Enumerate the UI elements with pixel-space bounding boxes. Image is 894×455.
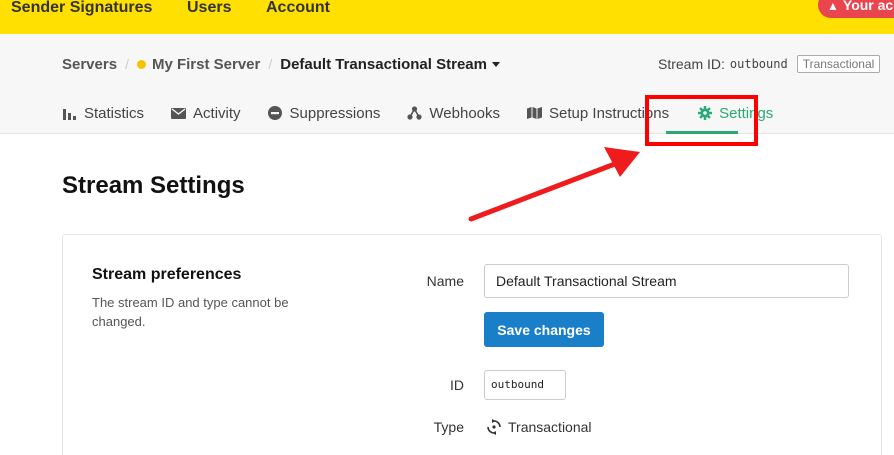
tab-activity[interactable]: Activity — [171, 104, 241, 122]
tab-suppressions[interactable]: Suppressions — [268, 104, 381, 122]
stream-type-value: Transactional — [486, 419, 592, 435]
nav-sender-signatures[interactable]: Sender Signatures — [11, 0, 152, 16]
chevron-down-icon[interactable] — [491, 61, 500, 67]
stream-id-info: Stream ID: outbound Transactional — [658, 55, 881, 73]
breadcrumb-separator: / — [268, 56, 273, 72]
minus-circle-icon — [268, 106, 283, 121]
breadcrumb-server[interactable]: My First Server — [152, 56, 260, 73]
server-status-dot — [136, 59, 146, 69]
stream-name-input[interactable] — [484, 264, 849, 298]
transactional-icon — [486, 419, 502, 435]
stream-header: Servers / My First Server / Default Tran… — [0, 34, 894, 134]
tab-label: Activity — [193, 104, 241, 122]
tab-statistics[interactable]: Statistics — [62, 104, 144, 122]
bar-chart-icon — [62, 106, 77, 121]
tab-label: Statistics — [84, 104, 145, 122]
share-nodes-icon — [407, 106, 423, 121]
type-label: Type — [433, 419, 464, 435]
page-title: Stream Settings — [62, 172, 245, 199]
envelope-icon — [171, 106, 187, 121]
tab-label: Suppressions — [289, 104, 381, 122]
nav-account[interactable]: Account — [266, 0, 330, 16]
stream-id-label: Stream ID: — [658, 56, 725, 72]
preferences-title: Stream preferences — [92, 266, 242, 283]
nav-users[interactable]: Users — [187, 0, 231, 16]
annotation-highlight-box — [645, 95, 758, 146]
type-value-label: Transactional — [508, 419, 592, 435]
account-alert-pill[interactable]: ▲Your account — [818, 0, 894, 18]
save-changes-button[interactable]: Save changes — [484, 312, 604, 347]
breadcrumb-stream[interactable]: Default Transactional Stream — [280, 56, 487, 73]
preferences-description: The stream ID and type cannot be changed… — [92, 295, 289, 329]
name-label: Name — [426, 273, 464, 289]
tab-label: Webhooks — [429, 104, 501, 122]
top-navbar: Sender Signatures Users Account ▲ Your ac… — [0, 0, 894, 34]
breadcrumb: Servers / My First Server / Default Tran… — [62, 54, 500, 74]
map-icon — [527, 106, 543, 121]
account-alert-label: Your account — [842, 0, 894, 13]
id-label: ID — [450, 377, 464, 393]
stream-type-badge: Transactional — [796, 55, 881, 73]
breadcrumb-servers[interactable]: Servers — [62, 56, 117, 73]
tab-webhooks[interactable]: Webhooks — [407, 104, 500, 122]
stream-id-field: outbound — [484, 370, 566, 400]
stream-id-value: outbound — [729, 57, 788, 71]
warning-icon: ▲ — [827, 0, 839, 13]
breadcrumb-separator: / — [125, 56, 129, 72]
